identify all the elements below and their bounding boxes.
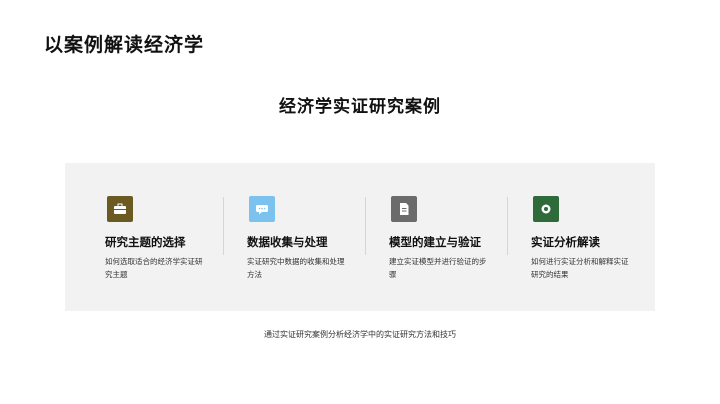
briefcase-icon [107,196,133,222]
card-description: 建立实证模型并进行验证的步骤 [389,257,487,279]
card-title: 研究主题的选择 [105,235,186,249]
card-description: 如何选取适合的经济学实证研究主题 [105,257,203,279]
slide: 以案例解读经济学 经济学实证研究案例 研究主题的选择 如何选取适合的经济学实证研… [0,0,720,404]
card-topic-selection: 研究主题的选择 如何选取适合的经济学实证研究主题 [105,196,225,281]
footer-caption: 通过实证研究案例分析经济学中的实证研究方法和技巧 [264,330,456,339]
document-icon [391,196,417,222]
card-divider [223,197,224,255]
card-divider [507,197,508,255]
target-icon [533,196,559,222]
slide-title: 以案例解读经济学 [44,34,205,56]
card-title: 模型的建立与验证 [389,235,481,249]
card-divider [365,197,366,255]
card-empirical-analysis: 实证分析解读 如何进行实证分析和解释实证研究的结果 [531,196,651,281]
section-title: 经济学实证研究案例 [279,97,441,117]
chat-bubble-icon [249,196,275,222]
card-data-collection: 数据收集与处理 实证研究中数据的收集和处理方法 [247,196,367,281]
card-title: 实证分析解读 [531,235,600,249]
card-title: 数据收集与处理 [247,235,328,249]
card-model-building: 模型的建立与验证 建立实证模型并进行验证的步骤 [389,196,509,281]
cards-panel: 研究主题的选择 如何选取适合的经济学实证研究主题 数据收集与处理 实证研究中数据… [65,163,655,311]
card-description: 实证研究中数据的收集和处理方法 [247,257,345,279]
card-description: 如何进行实证分析和解释实证研究的结果 [531,257,629,279]
